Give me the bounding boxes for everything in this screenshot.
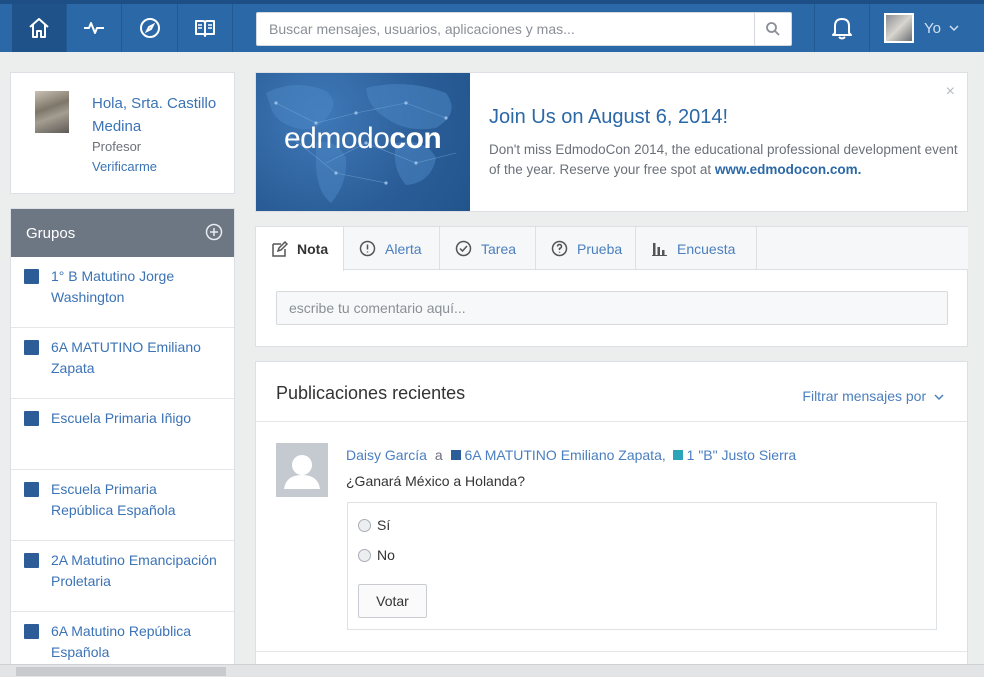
add-group-icon[interactable] <box>205 223 223 241</box>
group-color-square <box>24 411 39 426</box>
compass-icon <box>140 18 160 38</box>
divider <box>256 651 967 652</box>
group-color-square <box>24 624 39 639</box>
post-group-link[interactable]: 6A MATUTINO Emiliano Zapata, <box>450 447 666 463</box>
banner-image[interactable]: edmodocon <box>256 73 470 211</box>
profile-role: Profesor <box>92 139 142 154</box>
horizontal-scrollbar[interactable] <box>0 664 984 677</box>
radio-button[interactable] <box>358 518 371 532</box>
profile-greeting[interactable]: Hola, Srta. Castillo Medina <box>92 92 232 138</box>
radio-button[interactable] <box>358 548 371 562</box>
tab-label: Alerta <box>385 240 422 257</box>
group-item[interactable]: 6A MATUTINO Emiliano Zapata <box>11 328 234 399</box>
poll-option[interactable]: No <box>358 547 395 563</box>
search-box <box>256 12 792 46</box>
tab-alerta[interactable]: Alerta <box>344 227 440 270</box>
poll-option-label: No <box>377 547 395 563</box>
banner-title: Join Us on August 6, 2014! <box>489 106 729 128</box>
group-label: Escuela Primaria Iñigo <box>51 410 192 426</box>
group-label: 6A Matutino República Española <box>51 623 192 660</box>
group-color-square <box>672 450 683 460</box>
post-group-link[interactable]: 1 "B" Justo Sierra <box>672 447 796 463</box>
edmodocon-link[interactable]: www.edmodocon.com. <box>715 162 862 177</box>
library-button[interactable] <box>178 4 233 52</box>
feed-title: Publicaciones recientes <box>276 383 466 403</box>
recent-posts-panel: Publicaciones recientes Filtrar mensajes… <box>255 361 968 671</box>
post-author-link[interactable]: Daisy García <box>346 447 427 463</box>
author-avatar[interactable] <box>276 443 328 497</box>
group-item[interactable]: 6A Matutino República Española <box>11 612 234 667</box>
group-label: 6A MATUTINO Emiliano Zapata <box>51 339 201 376</box>
user-avatar <box>884 13 914 43</box>
tab-label: Prueba <box>577 240 623 257</box>
poll-box: Sí No Votar <box>347 502 937 630</box>
notifications-button[interactable] <box>814 4 870 52</box>
user-menu-label: Yo <box>924 19 941 37</box>
post-question: ¿Ganará México a Holanda? <box>346 473 525 489</box>
group-color-square <box>24 340 39 355</box>
profile-card: Hola, Srta. Castillo Medina Profesor Ver… <box>10 72 235 194</box>
search-input[interactable] <box>257 13 754 45</box>
edmodocon-logo: edmodocon <box>284 122 442 155</box>
poll-option-label: Sí <box>377 517 391 533</box>
bell-icon <box>832 18 852 40</box>
tab-tarea[interactable]: Tarea <box>440 227 536 270</box>
user-silhouette-icon <box>284 455 320 489</box>
activity-button[interactable] <box>67 4 122 52</box>
groups-title: Grupos <box>26 224 76 242</box>
vote-button[interactable]: Votar <box>358 584 427 618</box>
close-icon[interactable]: × <box>946 83 955 101</box>
edmodocon-banner: edmodocon Join Us on August 6, 2014! Don… <box>255 72 968 212</box>
group-color-square <box>24 482 39 497</box>
group-label: 1° B Matutino Jorge Washington <box>51 268 175 305</box>
home-button[interactable] <box>12 4 67 52</box>
scrollbar-thumb[interactable] <box>16 667 226 676</box>
group-color-square <box>24 269 39 284</box>
post-composer: Nota Alerta Tarea Prueba Encuesta <box>255 226 968 347</box>
note-icon <box>272 240 288 257</box>
comment-box <box>276 291 948 325</box>
assignment-check-icon <box>455 240 472 257</box>
banner-text: Don't miss EdmodoCon 2014, the education… <box>489 142 958 177</box>
groups-header: Grupos <box>11 209 234 257</box>
search-icon <box>766 22 780 36</box>
group-color-square <box>450 450 461 460</box>
post-connector: a <box>434 447 443 463</box>
group-item[interactable]: 2A Matutino Emancipación Proletaria <box>11 541 234 612</box>
tab-nota[interactable]: Nota <box>256 227 344 271</box>
filter-label: Filtrar mensajes por <box>802 388 927 404</box>
verify-link[interactable]: Verificarme <box>92 159 157 174</box>
top-navigation-bar: Yo <box>0 0 984 52</box>
group-label: 2A Matutino Emancipación Proletaria <box>51 552 217 589</box>
book-icon <box>195 20 215 37</box>
home-icon <box>29 18 49 38</box>
chevron-down-icon <box>949 24 959 31</box>
groups-panel: Grupos 1° B Matutino Jorge Washington 6A… <box>10 208 235 668</box>
alert-icon <box>359 240 376 257</box>
poll-chart-icon <box>652 243 667 256</box>
tab-label: Encuesta <box>677 240 736 257</box>
feed-header: Publicaciones recientes Filtrar mensajes… <box>256 362 967 422</box>
poll-option[interactable]: Sí <box>358 517 390 533</box>
tab-label: Tarea <box>481 240 517 257</box>
group-color-square <box>24 553 39 568</box>
tab-encuesta[interactable]: Encuesta <box>636 227 757 270</box>
quiz-icon <box>551 240 568 257</box>
tab-prueba[interactable]: Prueba <box>536 227 636 270</box>
chevron-down-icon <box>934 394 944 401</box>
group-item[interactable]: Escuela Primaria República Española <box>11 470 234 541</box>
group-item[interactable]: Escuela Primaria Iñigo <box>11 399 234 470</box>
tab-label: Nota <box>297 241 329 257</box>
filter-dropdown[interactable]: Filtrar mensajes por <box>802 388 944 404</box>
discover-button[interactable] <box>123 4 178 52</box>
user-menu[interactable]: Yo <box>872 4 984 52</box>
composer-tabs: Nota Alerta Tarea Prueba Encuesta <box>256 227 968 271</box>
search-button[interactable] <box>754 13 791 45</box>
group-label: Escuela Primaria República Española <box>51 481 176 518</box>
profile-photo <box>35 91 69 133</box>
post-meta: Daisy García a 6A MATUTINO Emiliano Zapa… <box>346 447 796 463</box>
group-item[interactable]: 1° B Matutino Jorge Washington <box>11 257 234 328</box>
comment-input[interactable] <box>277 292 947 324</box>
activity-icon <box>84 22 104 34</box>
